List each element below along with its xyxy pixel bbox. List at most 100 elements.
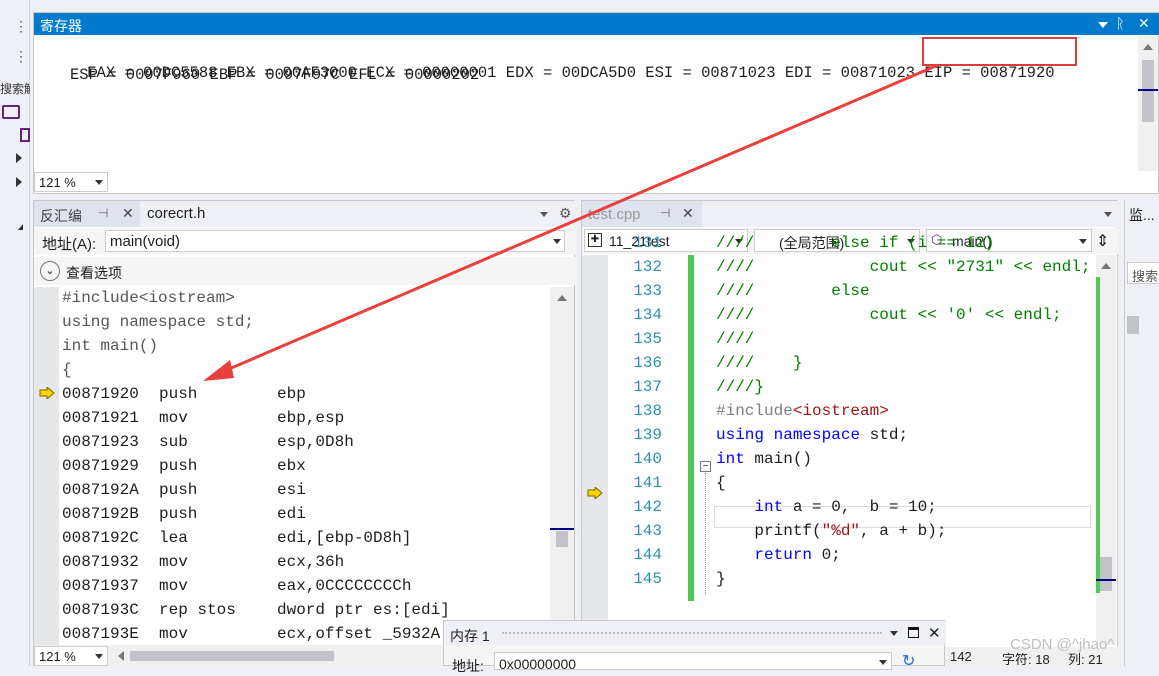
- code-token: return: [754, 546, 813, 564]
- chevron-down-icon[interactable]: [879, 660, 887, 665]
- source-scrollbar[interactable]: [1096, 255, 1116, 645]
- tab-overflow-chevron-icon[interactable]: [540, 212, 548, 217]
- gear-icon[interactable]: ⚙: [559, 205, 572, 222]
- chevron-down-icon[interactable]: [95, 180, 103, 185]
- disasm-addr: 0087192A: [62, 481, 139, 499]
- watch-search-input[interactable]: 搜索: [1127, 262, 1159, 284]
- pin-icon[interactable]: ᚱ: [1116, 15, 1124, 31]
- watch-scroll-thumb[interactable]: [1127, 316, 1139, 334]
- code-line[interactable]: //// else if (i == 12): [716, 231, 1094, 255]
- search-solution-label: 搜索解: [0, 82, 30, 96]
- code-token: int: [716, 450, 745, 468]
- disasm-row[interactable]: 00871929 push ebx: [62, 454, 548, 478]
- close-icon[interactable]: ✕: [122, 205, 134, 222]
- scroll-thumb[interactable]: [1100, 557, 1112, 591]
- code-line[interactable]: ////: [716, 327, 1094, 351]
- tab-overflow-chevron-icon[interactable]: [1104, 212, 1112, 217]
- disasm-addr: 0087193E: [62, 625, 139, 643]
- registers-zoom-value: 121 %: [39, 175, 76, 190]
- memory-address-input[interactable]: 0x00000000: [494, 652, 892, 672]
- code-line[interactable]: }: [716, 567, 1094, 591]
- registers-scrollbar[interactable]: [1138, 36, 1158, 171]
- disasm-row[interactable]: 0087192A push esi: [62, 478, 548, 502]
- code-line[interactable]: int main(): [716, 447, 1094, 471]
- scroll-up-icon[interactable]: [557, 295, 567, 301]
- toolbar-dots[interactable]: ⋮: [14, 18, 28, 35]
- disasm-row[interactable]: 0087193C rep stos dword ptr es:[edi]: [62, 598, 548, 622]
- disasm-addr: 00871937: [62, 577, 139, 595]
- registers-title: 寄存器: [40, 18, 82, 34]
- code-line[interactable]: {: [716, 471, 1094, 495]
- watch-panel-title[interactable]: 监...: [1129, 205, 1155, 225]
- tab-test-cpp[interactable]: test.cpp ⊣ ✕: [582, 201, 702, 227]
- disasm-row[interactable]: 00871932 mov ecx,36h: [62, 550, 548, 574]
- disasm-row[interactable]: 00871920 push ebp: [62, 382, 548, 406]
- scroll-thumb[interactable]: [1142, 60, 1154, 122]
- code-line[interactable]: int a = 0, b = 10;: [716, 495, 1094, 519]
- comment-text: //// }: [716, 354, 803, 372]
- code-line[interactable]: //// cout << '0' << endl;: [716, 303, 1094, 327]
- disasm-args: ebp: [277, 385, 306, 403]
- memory-title-bar[interactable]: 内存 1 ✕: [444, 621, 946, 645]
- scroll-thumb[interactable]: [556, 531, 568, 547]
- pin-icon[interactable]: ⊣: [660, 206, 670, 220]
- code-line[interactable]: //// }: [716, 351, 1094, 375]
- close-icon[interactable]: ✕: [1138, 15, 1150, 32]
- window-menu-chevron-icon[interactable]: [1098, 22, 1108, 28]
- collapse-circle-icon[interactable]: ⌄: [40, 261, 60, 281]
- scroll-position-marker: [1096, 579, 1116, 581]
- tab-disassembly[interactable]: 反汇编 ⊣ ✕: [34, 201, 140, 227]
- disasm-op: push: [159, 457, 198, 475]
- close-icon[interactable]: ✕: [928, 624, 941, 642]
- disasm-row[interactable]: 00871923 sub esp,0D8h: [62, 430, 548, 454]
- toolbar-dots-2[interactable]: ⋮: [14, 48, 28, 65]
- chevron-down-icon[interactable]: [95, 654, 103, 659]
- scroll-up-icon[interactable]: [1101, 263, 1111, 269]
- outline-collapse-icon[interactable]: −: [700, 461, 711, 472]
- chevron-down-icon[interactable]: [553, 239, 561, 244]
- refresh-icon[interactable]: ↻: [902, 651, 915, 671]
- code-line[interactable]: printf("%d", a + b);: [716, 519, 1094, 543]
- memory-title: 内存 1: [450, 628, 490, 644]
- split-view-icon[interactable]: ⇕: [1096, 231, 1109, 251]
- disasm-args: ecx,offset _5932A: [277, 625, 441, 643]
- solution-icon[interactable]: [2, 105, 20, 119]
- line-number: 135: [633, 330, 662, 348]
- view-options-row[interactable]: ⌄ 查看选项: [34, 257, 576, 285]
- registers-zoom[interactable]: 121 %: [34, 172, 108, 192]
- scroll-position-marker: [550, 528, 574, 530]
- expand-arrow-icon[interactable]: [16, 153, 22, 163]
- code-line[interactable]: return 0;: [716, 543, 1094, 567]
- scroll-left-icon[interactable]: [118, 651, 124, 661]
- project-icon[interactable]: [20, 128, 30, 142]
- code-line[interactable]: using namespace std;: [716, 423, 1094, 447]
- code-token: {: [716, 474, 726, 492]
- source-window: test.cpp ⊣ ✕ ✚ 11_21test (全局范围) ⬡ main()…: [581, 200, 1119, 667]
- disasm-zoom[interactable]: 121 %: [34, 646, 108, 666]
- code-token: using: [716, 426, 765, 444]
- scroll-up-icon[interactable]: [1143, 44, 1153, 50]
- registers-title-bar[interactable]: 寄存器 ᚱ ✕: [34, 13, 1159, 35]
- disasm-scrollbar[interactable]: [550, 287, 574, 645]
- disasm-row[interactable]: 00871921 mov ebp,esp: [62, 406, 548, 430]
- disasm-row[interactable]: 0087192B push edi: [62, 502, 548, 526]
- disasm-op: lea: [159, 529, 188, 547]
- code-line[interactable]: //// else: [716, 279, 1094, 303]
- source-code: //// else if (i == 12) //// cout << "2731…: [716, 231, 1094, 635]
- code-line[interactable]: //// cout << "2731" << endl;: [716, 255, 1094, 279]
- tab-corecrt[interactable]: corecrt.h: [147, 205, 205, 222]
- expand-arrow-icon-2[interactable]: [16, 177, 22, 187]
- disasm-row[interactable]: 00871937 mov eax,0CCCCCCCCh: [62, 574, 548, 598]
- pin-icon[interactable]: ⊣: [98, 206, 108, 220]
- chevron-down-icon[interactable]: [890, 631, 898, 636]
- horizontal-scroll-thumb[interactable]: [130, 651, 334, 661]
- close-icon[interactable]: ✕: [682, 205, 694, 222]
- maximize-icon[interactable]: [908, 627, 919, 638]
- disasm-args: edi: [277, 505, 306, 523]
- code-line[interactable]: ////}: [716, 375, 1094, 399]
- disasm-args: edi,[ebp-0D8h]: [277, 529, 412, 547]
- disasm-row[interactable]: 0087192C lea edi,[ebp-0D8h]: [62, 526, 548, 550]
- code-line[interactable]: #include<iostream>: [716, 399, 1094, 423]
- collapse-arrow-icon[interactable]: [18, 224, 23, 230]
- address-input[interactable]: main(void): [105, 230, 565, 252]
